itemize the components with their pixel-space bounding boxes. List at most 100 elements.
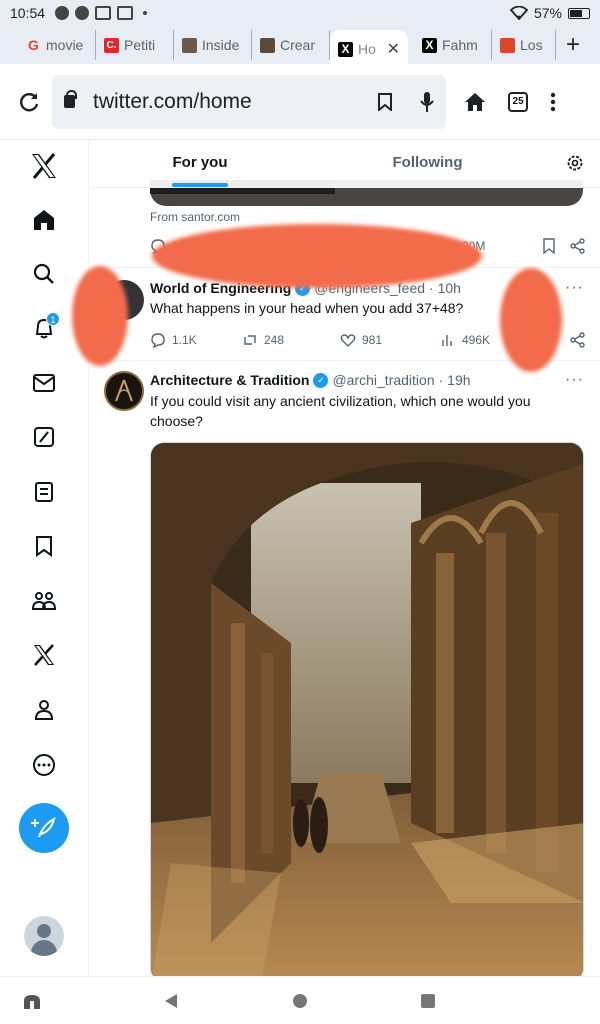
tweet-time[interactable]: · 19h bbox=[439, 372, 471, 388]
timeline-tabs: For you Following bbox=[90, 140, 600, 188]
tweet-text[interactable]: If you could visit any ancient civilizat… bbox=[150, 391, 560, 431]
bookmark-icon[interactable] bbox=[378, 92, 392, 111]
x-logo-icon[interactable] bbox=[26, 148, 62, 184]
home-button[interactable] bbox=[292, 993, 308, 1009]
twitter-sidebar: 1 bbox=[0, 140, 89, 976]
tab-following[interactable]: Following bbox=[310, 140, 545, 187]
address-bar-row: twitter.com/home 25 bbox=[0, 64, 600, 140]
tweet-more-icon[interactable]: ··· bbox=[565, 279, 584, 297]
tab-switcher-button[interactable]: 25 bbox=[508, 91, 528, 112]
tab-label: Los bbox=[520, 37, 543, 53]
x-logo-icon: X bbox=[422, 37, 437, 53]
tab-for-you[interactable]: For you bbox=[90, 140, 310, 187]
views-icon bbox=[442, 335, 452, 346]
tab-label: For you bbox=[172, 154, 228, 171]
tab-label: Inside bbox=[202, 37, 240, 53]
compose-tweet-button[interactable] bbox=[19, 803, 69, 853]
lock-icon[interactable] bbox=[64, 90, 77, 108]
author-name[interactable]: Architecture & Tradition bbox=[150, 372, 309, 388]
tweet-image[interactable] bbox=[150, 442, 584, 976]
ancient-street-image bbox=[151, 443, 583, 976]
heart-icon bbox=[340, 334, 356, 347]
verified-badge-icon: ✓ bbox=[313, 372, 329, 388]
bookmarks-icon[interactable] bbox=[26, 528, 62, 564]
url-field[interactable]: twitter.com/home bbox=[52, 74, 446, 129]
profile-icon[interactable] bbox=[26, 692, 62, 728]
messenger-icon bbox=[55, 6, 70, 20]
browser-tab-movie[interactable]: G movie bbox=[18, 30, 96, 60]
status-bar: 10:54 57% bbox=[0, 0, 600, 26]
app-shortcut-icon[interactable] bbox=[22, 991, 42, 1011]
url-text[interactable]: twitter.com/home bbox=[93, 90, 252, 114]
views-count: 496K bbox=[462, 333, 491, 347]
change-org-icon: C. bbox=[104, 37, 119, 53]
battery-percent: 57% bbox=[533, 5, 562, 21]
account-avatar[interactable] bbox=[24, 916, 64, 956]
redaction-mark bbox=[500, 268, 562, 372]
wifi-icon bbox=[509, 6, 528, 20]
browser-tab-petition[interactable]: C. Petiti bbox=[96, 30, 174, 60]
notification-badge: 1 bbox=[46, 312, 60, 326]
tweet-header: Architecture & Tradition ✓ @archi_tradit… bbox=[150, 372, 471, 388]
reply-button[interactable]: 1.1K bbox=[150, 332, 242, 348]
feather-plus-icon bbox=[31, 817, 56, 838]
tweet-avatar-architecture[interactable] bbox=[104, 371, 144, 411]
reply-icon bbox=[151, 333, 165, 348]
browser-tab-home-active[interactable]: X Ho ✕ bbox=[330, 30, 408, 68]
redaction-mark bbox=[72, 266, 128, 366]
amazon-icon bbox=[117, 6, 134, 20]
bookmark-icon[interactable] bbox=[542, 238, 556, 254]
screenshot-icon bbox=[95, 6, 112, 20]
more-options-icon[interactable] bbox=[26, 747, 62, 783]
author-handle[interactable]: @archi_tradition bbox=[332, 372, 434, 388]
messenger-icon-2 bbox=[75, 6, 90, 20]
x-logo-icon: X bbox=[338, 41, 353, 57]
retweet-count: 248 bbox=[264, 333, 285, 347]
browser-tab-los[interactable]: Los bbox=[492, 30, 556, 60]
recents-button[interactable] bbox=[420, 993, 436, 1009]
new-tab-button[interactable]: + bbox=[566, 31, 580, 59]
android-navigation-bar bbox=[0, 976, 600, 1024]
messages-icon[interactable] bbox=[26, 365, 62, 401]
retweet-button[interactable]: 248 bbox=[242, 332, 340, 348]
google-icon: G bbox=[28, 36, 39, 53]
timeline-settings-gear-icon[interactable] bbox=[566, 154, 584, 172]
share-icon[interactable] bbox=[570, 332, 586, 348]
card-source[interactable]: From santor.com bbox=[150, 210, 240, 224]
share-icon[interactable] bbox=[570, 238, 586, 254]
reload-icon[interactable] bbox=[14, 90, 44, 114]
like-count: 981 bbox=[362, 333, 383, 347]
like-button[interactable]: 981 bbox=[340, 332, 440, 348]
tab-label: Crear bbox=[280, 37, 316, 53]
notifications-bell-icon[interactable]: 1 bbox=[26, 310, 62, 346]
browser-tab-fahm[interactable]: X Fahm bbox=[414, 30, 492, 60]
home-nav-icon[interactable] bbox=[26, 202, 62, 238]
browser-tab-inside[interactable]: Inside bbox=[174, 30, 252, 60]
site-icon bbox=[500, 37, 515, 53]
retweet-icon bbox=[244, 335, 256, 345]
tab-label: Ho bbox=[358, 41, 376, 57]
lists-icon[interactable] bbox=[26, 474, 62, 510]
menu-kebab-icon[interactable] bbox=[550, 92, 556, 112]
close-tab-icon[interactable]: ✕ bbox=[387, 39, 400, 59]
grok-icon[interactable] bbox=[26, 419, 62, 455]
site-icon bbox=[260, 37, 275, 53]
site-icon bbox=[182, 37, 197, 53]
status-time: 10:54 bbox=[10, 5, 46, 21]
tab-label: movie bbox=[46, 37, 84, 53]
redaction-mark bbox=[152, 224, 482, 288]
premium-x-icon[interactable] bbox=[26, 637, 62, 673]
back-button[interactable] bbox=[163, 993, 179, 1009]
communities-icon[interactable] bbox=[26, 583, 62, 619]
home-icon[interactable] bbox=[464, 92, 486, 112]
battery-icon bbox=[568, 7, 590, 19]
tweet-text[interactable]: What happens in your head when you add 3… bbox=[150, 298, 560, 318]
tab-label: Following bbox=[392, 154, 463, 171]
browser-tab-strip: G movie C. Petiti Inside Crear X Ho ✕ X … bbox=[0, 26, 600, 68]
search-icon[interactable] bbox=[26, 256, 62, 292]
tweet-more-icon[interactable]: ··· bbox=[565, 371, 584, 389]
microphone-icon[interactable] bbox=[420, 91, 434, 112]
tweet-time[interactable]: · 10h bbox=[429, 280, 461, 296]
browser-tab-crear[interactable]: Crear bbox=[252, 30, 330, 60]
compass-logo-icon bbox=[115, 379, 133, 402]
